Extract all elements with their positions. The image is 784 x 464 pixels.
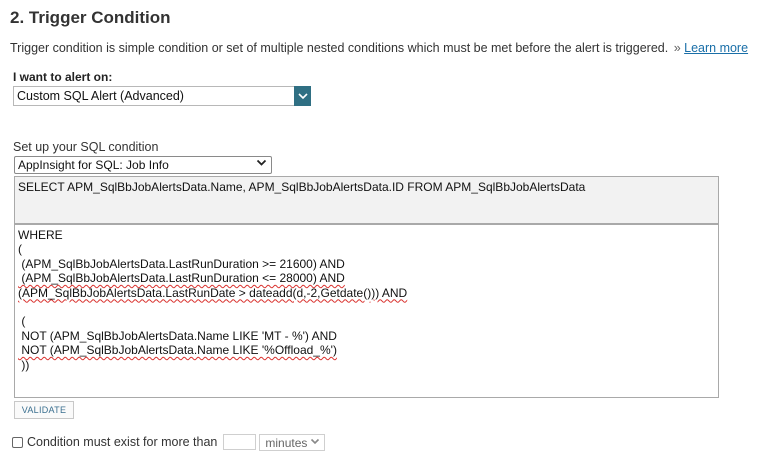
sql-select-statement: SELECT APM_SqlBbJobAlertsData.Name, APM_… <box>18 180 586 194</box>
sql-where-textarea[interactable]: WHERE ( (APM_SqlBbJobAlertsData.LastRunD… <box>14 224 719 398</box>
duration-label: Condition must exist for more than <box>27 435 218 449</box>
sql-select-textarea[interactable]: SELECT APM_SqlBbJobAlertsData.Name, APM_… <box>14 176 719 224</box>
duration-unit-value: minutes <box>265 435 308 450</box>
sql-condition-label: Set up your SQL condition <box>13 140 159 154</box>
section-title: 2. Trigger Condition <box>10 8 171 27</box>
alert-on-label: I want to alert on: <box>13 70 113 84</box>
learn-more-link[interactable]: Learn more <box>684 41 748 55</box>
validate-button[interactable]: VALIDATE <box>14 401 74 419</box>
where-line: NOT (APM_SqlBbJobAlertsData.Name LIKE 'M… <box>18 328 337 343</box>
sql-source-select[interactable]: AppInsight for SQL: Job Info <box>14 156 272 174</box>
duration-value-input[interactable] <box>223 434 257 450</box>
link-prefix-icon: » <box>673 41 681 55</box>
where-line: (APM_SqlBbJobAlertsData.LastRunDate > da… <box>18 285 408 300</box>
where-line <box>18 300 715 314</box>
chevron-down-icon <box>297 92 308 99</box>
section-description: Trigger condition is simple condition or… <box>10 41 748 55</box>
where-line: )) <box>18 357 30 372</box>
where-line: (APM_SqlBbJobAlertsData.LastRunDuration … <box>18 256 345 271</box>
duration-unit-select[interactable]: minutes <box>259 433 326 451</box>
where-line: WHERE <box>18 228 63 242</box>
alert-type-dropdown-button[interactable] <box>294 86 311 106</box>
where-line: (APM_SqlBbJobAlertsData.LastRunDuration … <box>18 271 345 286</box>
duration-condition-row: Condition must exist for more than minut… <box>12 433 326 451</box>
where-line: ( <box>18 314 26 329</box>
description-text: Trigger condition is simple condition or… <box>10 41 669 55</box>
sql-source-value: AppInsight for SQL: Job Info <box>18 158 169 172</box>
chevron-down-icon <box>311 438 320 444</box>
where-line: NOT (APM_SqlBbJobAlertsData.Name LIKE '%… <box>18 343 337 358</box>
duration-checkbox[interactable] <box>12 436 23 448</box>
alert-type-value: Custom SQL Alert (Advanced) <box>17 89 184 103</box>
alert-type-select[interactable]: Custom SQL Alert (Advanced) <box>13 86 311 106</box>
chevron-down-icon <box>256 159 267 166</box>
where-line: ( <box>18 242 22 257</box>
